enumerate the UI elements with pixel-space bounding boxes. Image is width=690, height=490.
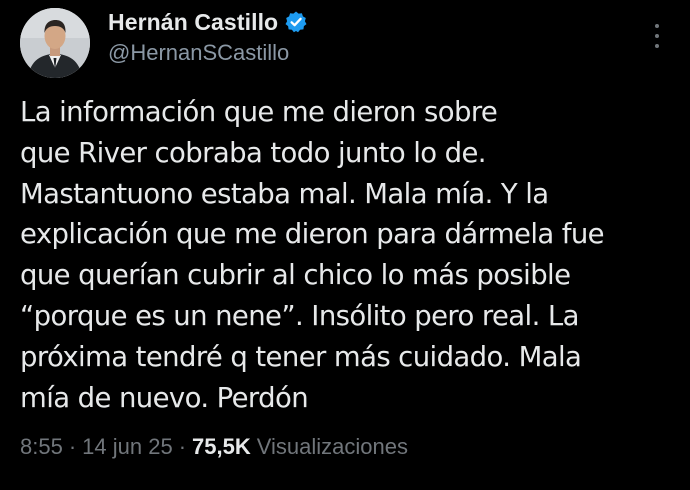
tweet-date[interactable]: 14 jun 25 [82, 434, 173, 460]
views-label: Visualizaciones [256, 434, 408, 459]
avatar[interactable] [20, 8, 90, 78]
verified-badge-icon [284, 10, 308, 34]
tweet-card: Hernán Castillo @HernanSCastillo La info… [0, 0, 690, 490]
avatar-image [20, 8, 90, 78]
display-name[interactable]: Hernán Castillo [108, 9, 278, 36]
more-options-icon[interactable] [650, 24, 664, 48]
more-dot [655, 24, 659, 28]
tweet-time[interactable]: 8:55 [20, 434, 63, 460]
display-name-row: Hernán Castillo [108, 6, 308, 38]
author-block: Hernán Castillo @HernanSCastillo [108, 6, 308, 66]
more-dot [655, 44, 659, 48]
views-count[interactable]: 75,5K [192, 434, 251, 460]
meta-separator: · [68, 434, 77, 459]
handle[interactable]: @HernanSCastillo [108, 40, 308, 66]
meta-separator: · [178, 434, 187, 459]
more-dot [655, 34, 659, 38]
tweet-text: La información que me dieron sobre que R… [20, 96, 605, 414]
tweet-meta: 8:55 · 14 jun 25 · 75,5K Visualizaciones [20, 434, 408, 460]
